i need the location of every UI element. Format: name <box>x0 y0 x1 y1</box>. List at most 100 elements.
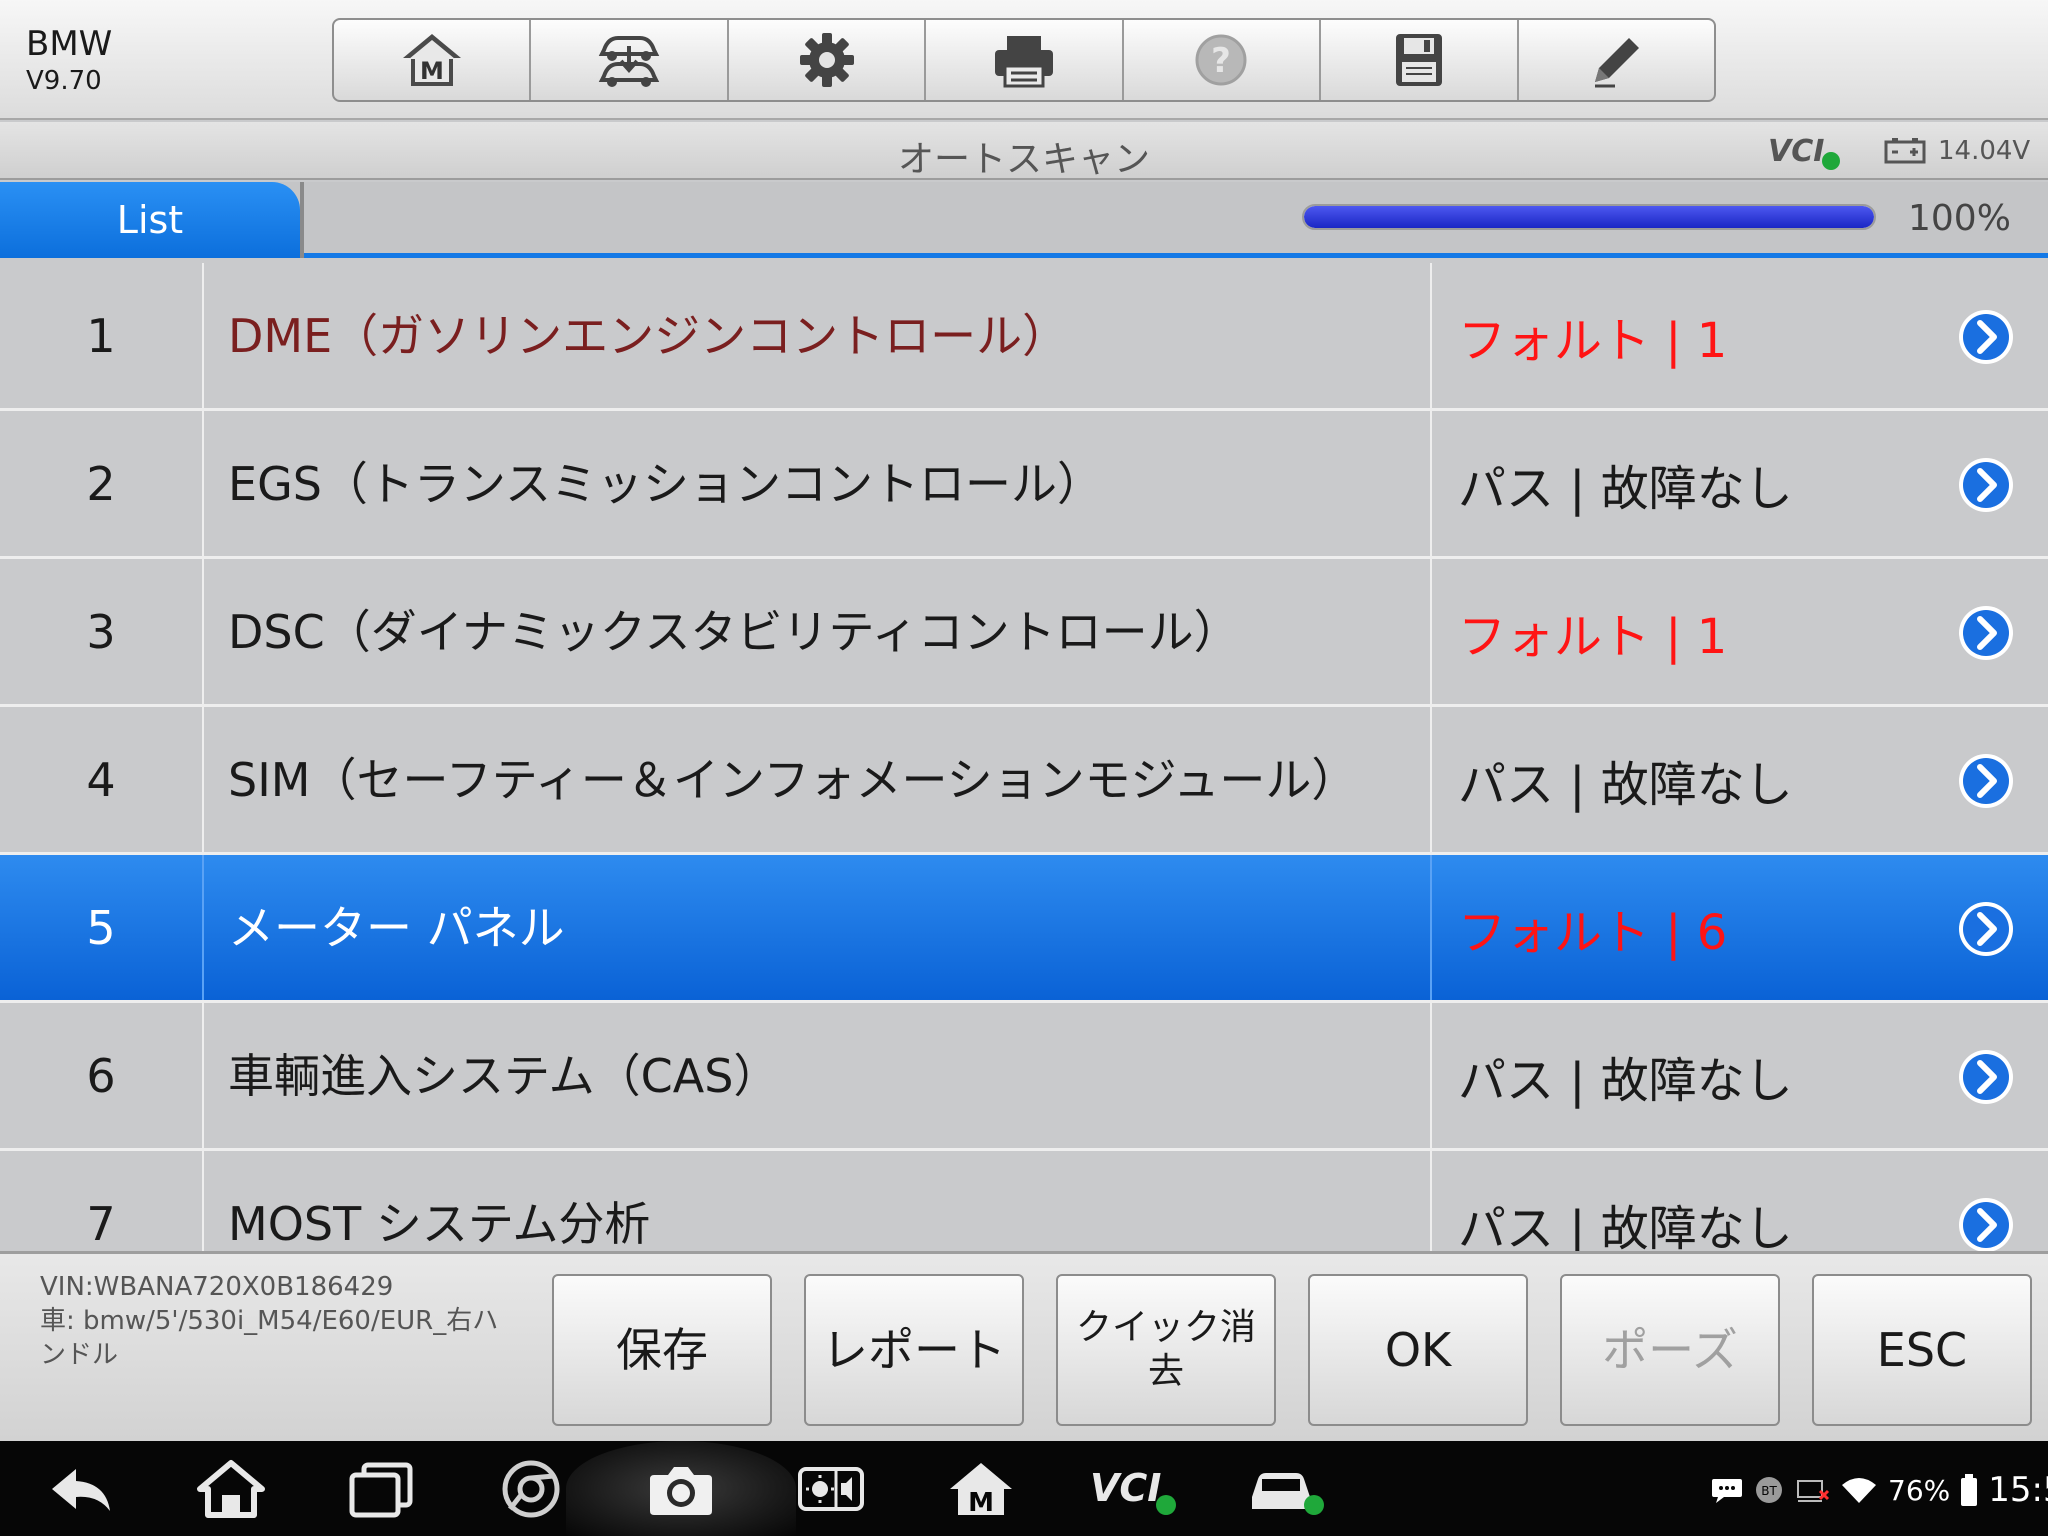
tab-divider <box>300 182 304 258</box>
list-item[interactable]: 7 MOST システム分析 パス | 故障なし <box>0 1151 2048 1251</box>
network-disconnected-icon <box>1797 1480 1830 1502</box>
report-button[interactable]: レポート <box>804 1274 1024 1426</box>
vehicle-path: 車: bmw/5'/530i_M54/E60/EUR_右ハンドル <box>40 1306 499 1370</box>
settings-gear-icon <box>799 33 854 87</box>
item-name: MOST システム分析 <box>206 1151 1432 1251</box>
battery-icon <box>1961 1474 1978 1506</box>
action-footer: VIN:WBANA720X0B186429 車: bmw/5'/530i_M54… <box>0 1251 2048 1441</box>
system-status-area: BT 76% 15:52 <box>1710 1465 2048 1515</box>
list-item[interactable]: 6 車輌進入システム（CAS） パス | 故障なし <box>0 1003 2048 1151</box>
item-status: フォルト | 6 <box>1458 904 1728 961</box>
main-toolbar: M ? <box>332 18 1716 102</box>
chevron-right-icon[interactable] <box>1956 1047 2016 1107</box>
ecu-list: 1 DME（ガソリンエンジンコントロール） フォルト | 1 2 EGS（トラン… <box>0 263 2048 1251</box>
save-data-button[interactable] <box>1321 20 1519 100</box>
list-item[interactable]: 1 DME（ガソリンエンジンコントロール） フォルト | 1 <box>0 263 2048 411</box>
chevron-right-icon[interactable] <box>1956 751 2016 811</box>
android-home-icon[interactable] <box>196 1459 266 1519</box>
chevron-right-icon[interactable] <box>1956 1195 2016 1251</box>
battery-percent: 76% <box>1888 1473 1951 1507</box>
svg-text:VCI: VCI <box>1090 1466 1161 1510</box>
chevron-right-icon[interactable] <box>1956 603 2016 663</box>
vcl-status-label: VCI <box>1768 134 1825 169</box>
brightness-volume-icon[interactable] <box>796 1459 866 1519</box>
battery-voltage: 14.04V <box>1938 136 2031 166</box>
item-status: パス | 故障なし <box>1458 1052 1793 1109</box>
item-status: フォルト | 1 <box>1458 608 1728 665</box>
item-number: 5 <box>0 855 204 1000</box>
chrome-icon[interactable] <box>496 1459 566 1519</box>
item-number: 7 <box>0 1151 204 1251</box>
list-item-selected[interactable]: 5 メーター パネル フォルト | 6 <box>0 855 2048 1003</box>
vehicle-info: VIN:WBANA720X0B186429 車: bmw/5'/530i_M54… <box>40 1270 510 1372</box>
edit-pencil-icon <box>1595 38 1640 88</box>
chevron-right-icon[interactable] <box>1956 899 2016 959</box>
wifi-icon <box>1842 1478 1876 1503</box>
item-name: EGS（トランスミッションコントロール） <box>206 411 1432 556</box>
list-item[interactable]: 2 EGS（トランスミッションコントロール） パス | 故障なし <box>0 411 2048 559</box>
scan-progress-bar <box>1302 204 1876 230</box>
item-number: 2 <box>0 411 204 556</box>
title-bar: オートスキャン VCI 14.04V <box>0 122 2048 180</box>
item-name: メーター パネル <box>206 855 1432 1000</box>
system-nav-bar: M VCI BT 76% 15:52 <box>0 1441 2048 1536</box>
bluetooth-icon: BT <box>1756 1477 1782 1503</box>
printer-icon <box>994 36 1053 88</box>
item-status: パス | 故障なし <box>1458 1200 1793 1252</box>
status-clock: 15:52 <box>1988 1470 2048 1510</box>
item-name: SIM（セーフティー＆インフォメーションモジュール） <box>206 707 1432 852</box>
app-header: BMW V9.70 M ? <box>0 0 2048 120</box>
item-number: 3 <box>0 559 204 704</box>
svg-text:M: M <box>420 57 444 85</box>
item-name: DSC（ダイナミックスタビリティコントロール） <box>206 559 1432 704</box>
vin-number: VIN:WBANA720X0B186429 <box>40 1272 394 1302</box>
maxisys-home-icon[interactable]: M <box>946 1459 1016 1519</box>
print-button[interactable] <box>926 20 1124 100</box>
item-status: パス | 故障なし <box>1458 460 1793 517</box>
camera-icon[interactable] <box>646 1459 716 1519</box>
item-name: DME（ガソリンエンジンコントロール） <box>206 263 1432 408</box>
scan-progress-label: 100% <box>1908 198 2011 239</box>
list-item[interactable]: 3 DSC（ダイナミックスタビリティコントロール） フォルト | 1 <box>0 559 2048 707</box>
item-status: パス | 故障なし <box>1458 756 1793 813</box>
list-item[interactable]: 4 SIM（セーフティー＆インフォメーションモジュール） パス | 故障なし <box>0 707 2048 855</box>
chat-notification-icon <box>1712 1479 1742 1503</box>
settings-button[interactable] <box>729 20 927 100</box>
vehicle-make: BMW <box>26 24 113 64</box>
ok-button[interactable]: OK <box>1308 1274 1528 1426</box>
home-m-icon: M <box>402 34 461 86</box>
item-status: フォルト | 1 <box>1458 312 1728 369</box>
chevron-right-icon[interactable] <box>1956 455 2016 515</box>
svg-text:?: ? <box>1212 41 1232 81</box>
tab-list[interactable]: List <box>0 182 300 258</box>
item-number: 6 <box>0 1003 204 1148</box>
page-title: オートスキャン <box>897 139 1150 180</box>
scan-progress-fill <box>1304 206 1874 228</box>
edit-button[interactable] <box>1519 20 1714 100</box>
svg-text:M: M <box>968 1488 994 1518</box>
save-button[interactable]: 保存 <box>552 1274 772 1426</box>
help-button[interactable]: ? <box>1124 20 1322 100</box>
car-battery-icon <box>1884 138 1926 164</box>
svg-text:BT: BT <box>1761 1484 1777 1498</box>
vehicle-connection-icon[interactable] <box>1246 1459 1326 1519</box>
help-icon: ? <box>1195 34 1247 86</box>
esc-button[interactable]: ESC <box>1812 1274 2032 1426</box>
pause-button[interactable]: ポーズ <box>1560 1274 1780 1426</box>
vci-connection-icon[interactable]: VCI <box>1090 1459 1180 1519</box>
item-number: 4 <box>0 707 204 852</box>
vehicle-swap-button[interactable] <box>531 20 729 100</box>
back-icon[interactable] <box>46 1459 116 1519</box>
vcl-connected-icon <box>1822 152 1840 170</box>
tab-bar: List 100% <box>0 182 2048 258</box>
chevron-right-icon[interactable] <box>1956 307 2016 367</box>
recent-apps-icon[interactable] <box>346 1459 416 1519</box>
home-button[interactable]: M <box>334 20 532 100</box>
item-number: 1 <box>0 263 204 408</box>
brand-info: BMW V9.70 <box>26 24 112 98</box>
vehicle-swap-icon <box>598 36 660 87</box>
software-version: V9.70 <box>26 66 102 96</box>
item-name: 車輌進入システム（CAS） <box>206 1003 1432 1148</box>
save-disk-icon <box>1395 34 1442 86</box>
quick-clear-button[interactable]: クイック消去 <box>1056 1274 1276 1426</box>
